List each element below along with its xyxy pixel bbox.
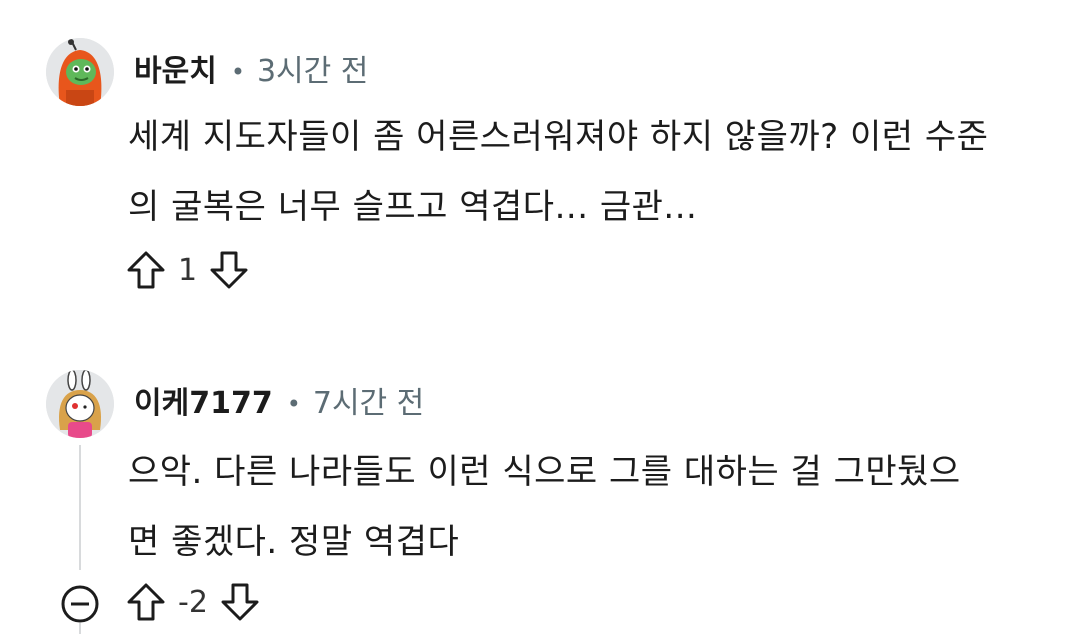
comment-line: 으악. 다른 나라들도 이런 식으로 그를 대하는 걸 그만뒀으 [128, 452, 961, 492]
upvote-icon[interactable] [124, 580, 168, 624]
comment-line: 면 좋겠다. 정말 역겹다 [128, 522, 460, 562]
vote-score: 1 [178, 252, 198, 288]
frog-hoodie-avatar-icon [46, 38, 114, 106]
user-avatar[interactable] [46, 38, 114, 106]
user-avatar[interactable] [46, 370, 114, 438]
timestamp[interactable]: 3시간 전 [257, 52, 368, 92]
thread-line [79, 445, 81, 570]
username[interactable]: 이케7177 [134, 384, 273, 424]
comment-line: 세계 지도자들이 좀 어른스러워져야 하지 않을까? 이런 수준 [128, 117, 989, 157]
comment-meta: 이케7177 • 7시간 전 [134, 384, 424, 424]
comment-body: 세계 지도자들이 좀 어른스러워져야 하지 않을까? 이런 수준 의 굴복은 너… [128, 102, 1048, 242]
downvote-icon[interactable] [207, 248, 251, 292]
comment-meta: 바운치 • 3시간 전 [134, 52, 368, 92]
thread-line [79, 623, 81, 634]
timestamp[interactable]: 7시간 전 [313, 384, 424, 424]
separator-dot: • [286, 390, 301, 418]
upvote-icon[interactable] [124, 248, 168, 292]
comment-line: 의 굴복은 너무 슬프고 역겹다... 금관... [128, 187, 698, 227]
vote-score: -2 [178, 584, 208, 620]
comment-body: 으악. 다른 나라들도 이런 식으로 그를 대하는 걸 그만뒀으 면 좋겠다. … [128, 437, 1048, 577]
downvote-icon[interactable] [218, 580, 262, 624]
vote-bar: 1 [124, 248, 251, 292]
username[interactable]: 바운치 [134, 52, 217, 92]
bunny-girl-avatar-icon [46, 370, 114, 438]
separator-dot: • [230, 58, 245, 86]
collapse-thread-icon[interactable] [58, 582, 102, 626]
vote-bar: -2 [124, 580, 262, 624]
